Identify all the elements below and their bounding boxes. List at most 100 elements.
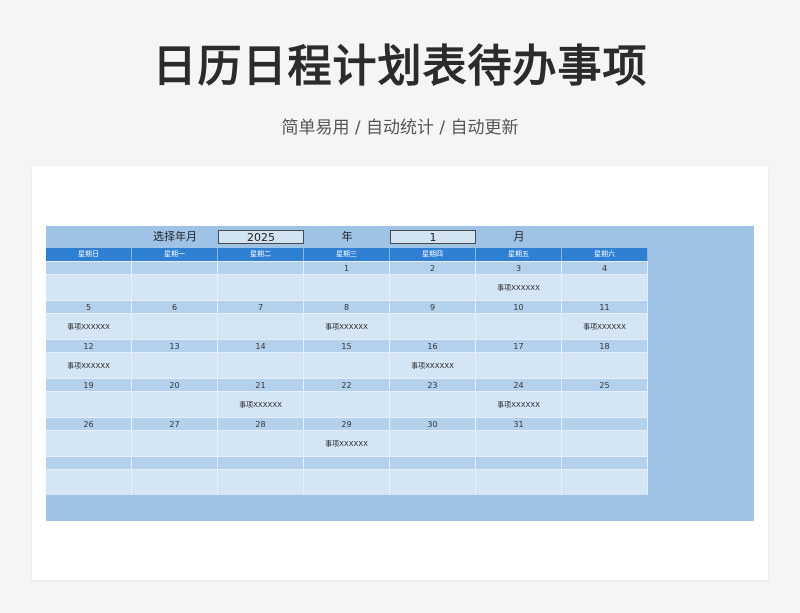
day-number-cell[interactable]: 4 [562,261,648,274]
day-number-cell[interactable]: 5 [46,300,132,313]
event-cell[interactable] [132,430,218,456]
year-unit: 年 [341,230,353,243]
day-number-cell[interactable]: 11 [562,300,648,313]
event-cell[interactable]: 事项XXXXXX [218,391,304,417]
day-number-cell[interactable]: 6 [132,300,218,313]
event-cell[interactable]: 事项XXXXXX [476,274,562,300]
day-number-cell[interactable]: 8 [304,300,390,313]
event-cell[interactable] [46,469,132,495]
day-number-cell[interactable]: 17 [476,339,562,352]
calendar-grid: 星期日 星期一 星期二 星期三 星期四 星期五 星期六 1 2 3 4 事项XXXXXX 5 6 7 8 9 10… [46,248,648,495]
event-cell[interactable] [304,391,390,417]
event-cell[interactable] [132,352,218,378]
page-subtitle: 简单易用 / 自动统计 / 自动更新 [281,118,519,138]
day-number-cell[interactable]: 22 [304,378,390,391]
day-number-cell[interactable]: 24 [476,378,562,391]
event-cell[interactable] [132,469,218,495]
day-number-cell[interactable]: 21 [218,378,304,391]
day-number-cell[interactable] [390,456,476,469]
event-cell[interactable] [390,391,476,417]
day-number-cell[interactable] [46,261,132,274]
event-cell[interactable]: 事项XXXXXX [46,313,132,339]
event-cell[interactable] [476,313,562,339]
day-number-cell[interactable]: 29 [304,417,390,430]
event-cell[interactable] [218,469,304,495]
event-cell[interactable] [218,352,304,378]
event-cell[interactable] [562,352,648,378]
day-number-cell[interactable] [218,261,304,274]
event-cell[interactable] [562,469,648,495]
day-number-cell[interactable]: 13 [132,339,218,352]
weekday-header: 星期三 [304,248,390,261]
day-number-cell[interactable]: 26 [46,417,132,430]
day-number-cell[interactable]: 10 [476,300,562,313]
event-cell[interactable] [218,430,304,456]
event-cell[interactable] [476,469,562,495]
event-cell[interactable]: 事项XXXXXX [562,313,648,339]
event-cell[interactable] [46,274,132,300]
day-number-cell[interactable]: 12 [46,339,132,352]
day-number-cell[interactable]: 27 [132,417,218,430]
weekday-header: 星期六 [562,248,648,261]
day-number-cell[interactable] [46,456,132,469]
event-cell[interactable] [218,274,304,300]
event-cell[interactable] [132,391,218,417]
event-cell[interactable] [132,274,218,300]
event-cell[interactable] [304,274,390,300]
day-number-cell[interactable]: 14 [218,339,304,352]
day-number-cell[interactable]: 19 [46,378,132,391]
weekday-header: 星期四 [390,248,476,261]
event-cell[interactable] [132,313,218,339]
day-number-cell[interactable]: 23 [390,378,476,391]
page-title: 日历日程计划表待办事项 [152,41,648,92]
event-cell[interactable] [390,274,476,300]
event-cell[interactable] [562,391,648,417]
event-cell[interactable] [390,313,476,339]
event-cell[interactable] [304,469,390,495]
event-cell[interactable] [218,313,304,339]
event-cell[interactable]: 事项XXXXXX [476,391,562,417]
day-number-cell[interactable]: 25 [562,378,648,391]
event-cell[interactable] [476,352,562,378]
day-number-cell[interactable]: 15 [304,339,390,352]
day-number-cell[interactable] [304,456,390,469]
weekday-header: 星期日 [46,248,132,261]
day-number-cell[interactable]: 28 [218,417,304,430]
event-cell[interactable] [46,430,132,456]
month-selector: 选择年月 2025 年 1 月 [46,226,648,248]
select-label: 选择年月 [153,230,197,243]
event-cell[interactable]: 事项XXXXXX [304,313,390,339]
day-number-cell[interactable] [476,456,562,469]
day-number-cell[interactable]: 30 [390,417,476,430]
event-cell[interactable] [46,391,132,417]
day-number-cell[interactable]: 1 [304,261,390,274]
event-cell[interactable] [390,430,476,456]
event-cell[interactable] [476,430,562,456]
day-number-cell[interactable]: 31 [476,417,562,430]
month-unit: 月 [513,230,525,243]
day-number-cell[interactable]: 2 [390,261,476,274]
event-cell[interactable] [562,430,648,456]
weekday-header: 星期五 [476,248,562,261]
event-cell[interactable]: 事项XXXXXX [304,430,390,456]
event-cell[interactable]: 事项XXXXXX [390,352,476,378]
day-number-cell[interactable]: 20 [132,378,218,391]
year-input[interactable]: 2025 [218,230,304,244]
month-input[interactable]: 1 [390,230,476,244]
day-number-cell[interactable]: 3 [476,261,562,274]
weekday-header: 星期一 [132,248,218,261]
day-number-cell[interactable] [562,456,648,469]
weekday-header: 星期二 [218,248,304,261]
day-number-cell[interactable] [132,261,218,274]
day-number-cell[interactable] [132,456,218,469]
event-cell[interactable] [304,352,390,378]
day-number-cell[interactable]: 7 [218,300,304,313]
day-number-cell[interactable] [218,456,304,469]
day-number-cell[interactable]: 18 [562,339,648,352]
day-number-cell[interactable]: 9 [390,300,476,313]
event-cell[interactable]: 事项XXXXXX [46,352,132,378]
event-cell[interactable] [562,274,648,300]
event-cell[interactable] [390,469,476,495]
day-number-cell[interactable]: 16 [390,339,476,352]
day-number-cell[interactable] [562,417,648,430]
